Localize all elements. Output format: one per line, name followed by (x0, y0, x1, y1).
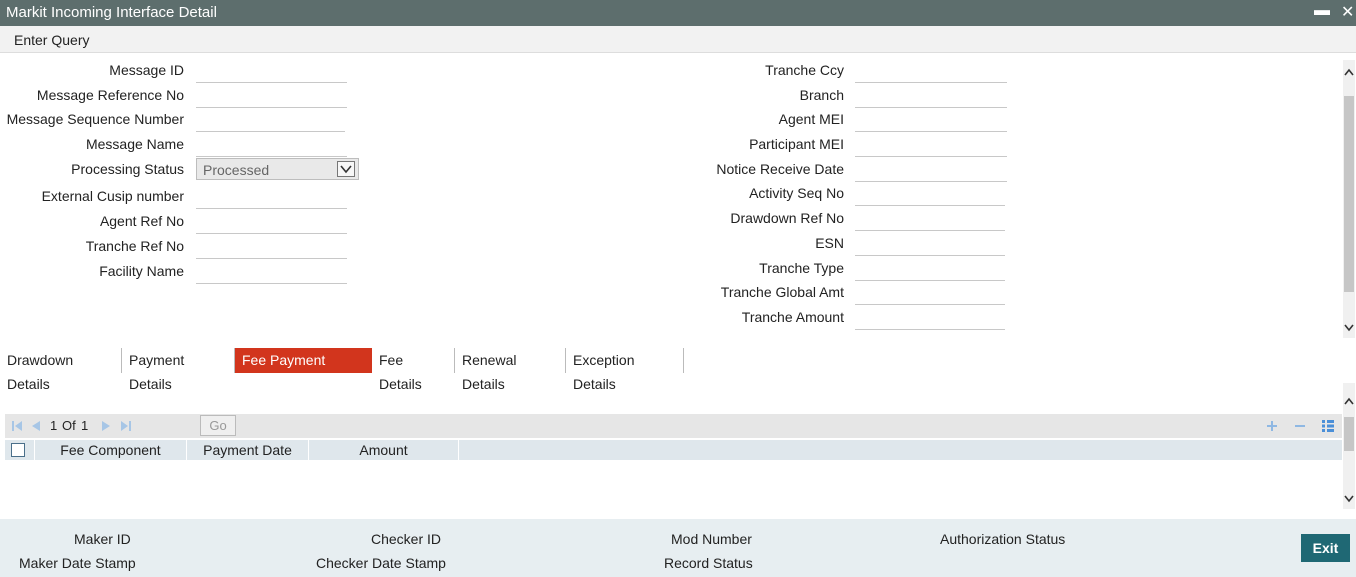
tab-drawdown-details[interactable]: Drawdown Details (0, 348, 122, 392)
close-icon[interactable]: ✕ (1341, 2, 1354, 22)
detail-tabs: Drawdown Details Payment Details Fee Pay… (0, 348, 1356, 392)
tab-renewal-details[interactable]: Renewal Details (455, 348, 566, 392)
maker-date-stamp-label: Maker Date Stamp (19, 555, 136, 571)
tab-exception-details[interactable]: Exception Details (566, 348, 684, 392)
processing-status-select[interactable]: Processed (196, 158, 359, 180)
delete-row-icon[interactable] (1294, 420, 1306, 432)
column-header-amount[interactable]: Amount (309, 440, 459, 460)
maker-id-label: Maker ID (74, 531, 131, 547)
title-bar: Markit Incoming Interface Detail ▬ ✕ (0, 0, 1356, 26)
last-page-icon[interactable] (120, 420, 132, 432)
exit-button[interactable]: Exit (1301, 534, 1350, 562)
go-button[interactable]: Go (200, 415, 236, 436)
message-reference-no-input[interactable] (196, 83, 347, 108)
branch-label: Branch (799, 87, 844, 103)
external-cusip-number-input[interactable] (196, 184, 347, 209)
scroll-up-icon[interactable] (1344, 397, 1354, 407)
tranche-amount-label: Tranche Amount (741, 309, 844, 325)
esn-label: ESN (815, 235, 844, 251)
scroll-down-icon[interactable] (1344, 493, 1354, 503)
agent-mei-label: Agent MEI (778, 111, 844, 127)
current-page-number: 1 (50, 418, 58, 433)
tranche-ref-no-input[interactable] (196, 234, 347, 259)
message-id-input[interactable] (196, 58, 347, 83)
scroll-down-icon[interactable] (1344, 322, 1354, 332)
branch-input[interactable] (855, 83, 1007, 108)
checker-date-stamp-label: Checker Date Stamp (316, 555, 446, 571)
tranche-global-amt-label: Tranche Global Amt (720, 284, 844, 300)
notice-receive-date-input[interactable] (855, 157, 1007, 182)
scroll-thumb[interactable] (1344, 96, 1354, 292)
message-reference-no-label: Message Reference No (36, 87, 184, 103)
external-cusip-number-label: External Cusip number (41, 188, 184, 204)
processing-status-label: Processing Status (71, 161, 184, 177)
list-view-icon[interactable] (1321, 419, 1335, 433)
mod-number-label: Mod Number (671, 531, 752, 547)
window-title: Markit Incoming Interface Detail (6, 4, 217, 21)
agent-ref-no-label: Agent Ref No (99, 213, 184, 229)
grid-header: Fee Component Payment Date Amount (5, 440, 1342, 460)
facility-name-label: Facility Name (99, 263, 184, 279)
audit-footer: Maker ID Maker Date Stamp Checker ID Che… (0, 519, 1356, 577)
activity-seq-no-label: Activity Seq No (749, 185, 844, 201)
tab-fee-payment-details[interactable]: Fee Payment Details (235, 348, 372, 392)
scroll-up-icon[interactable] (1344, 68, 1354, 78)
next-page-icon[interactable] (100, 420, 112, 432)
first-page-icon[interactable] (11, 420, 23, 432)
tranche-global-amt-input[interactable] (855, 280, 1005, 305)
message-sequence-number-label: Message Sequence Number (6, 111, 184, 127)
drawdown-ref-no-input[interactable] (855, 206, 1005, 231)
facility-name-input[interactable] (196, 259, 347, 284)
form-scrollbar[interactable] (1343, 60, 1355, 338)
tranche-type-input[interactable] (855, 256, 1005, 281)
select-all-cell (5, 440, 35, 460)
drawdown-ref-no-label: Drawdown Ref No (730, 210, 844, 226)
message-id-label: Message ID (109, 62, 184, 78)
total-pages-number: 1 (81, 418, 89, 433)
previous-page-icon[interactable] (30, 420, 42, 432)
activity-seq-no-input[interactable] (855, 181, 1005, 206)
select-all-checkbox[interactable] (11, 443, 25, 457)
page-of-label: Of (62, 418, 76, 433)
column-header-fee-component[interactable]: Fee Component (35, 440, 187, 460)
esn-input[interactable] (855, 231, 1005, 256)
authorization-status-label: Authorization Status (940, 531, 1066, 547)
agent-mei-input[interactable] (855, 107, 1007, 132)
minimize-icon[interactable]: ▬ (1314, 2, 1330, 20)
scroll-thumb[interactable] (1344, 417, 1354, 451)
message-name-label: Message Name (85, 136, 184, 152)
grid-toolbar: 1 Of 1 Go (5, 414, 1342, 438)
tranche-ccy-input[interactable] (855, 58, 1007, 83)
agent-ref-no-input[interactable] (196, 209, 347, 234)
add-row-icon[interactable] (1266, 420, 1278, 432)
column-header-payment-date[interactable]: Payment Date (187, 440, 309, 460)
tranche-type-label: Tranche Type (759, 260, 844, 276)
checker-id-label: Checker ID (371, 531, 442, 547)
tab-fee-details[interactable]: Fee Details (372, 348, 455, 392)
enter-query-menu-item[interactable]: Enter Query (14, 32, 89, 48)
participant-mei-input[interactable] (855, 132, 1007, 157)
participant-mei-label: Participant MEI (749, 136, 844, 152)
tab-payment-details[interactable]: Payment Details (122, 348, 235, 392)
tranche-ref-no-label: Tranche Ref No (85, 238, 184, 254)
chevron-down-icon[interactable] (337, 161, 355, 177)
notice-receive-date-label: Notice Receive Date (716, 161, 844, 177)
message-sequence-number-input[interactable] (196, 107, 345, 132)
record-status-label: Record Status (664, 555, 753, 571)
tranche-ccy-label: Tranche Ccy (765, 62, 844, 78)
menu-bar: Enter Query (0, 26, 1356, 53)
grid-scrollbar[interactable] (1343, 383, 1355, 509)
processing-status-value: Processed (203, 162, 270, 178)
tranche-amount-input[interactable] (855, 305, 1005, 330)
message-name-input[interactable] (196, 132, 347, 157)
